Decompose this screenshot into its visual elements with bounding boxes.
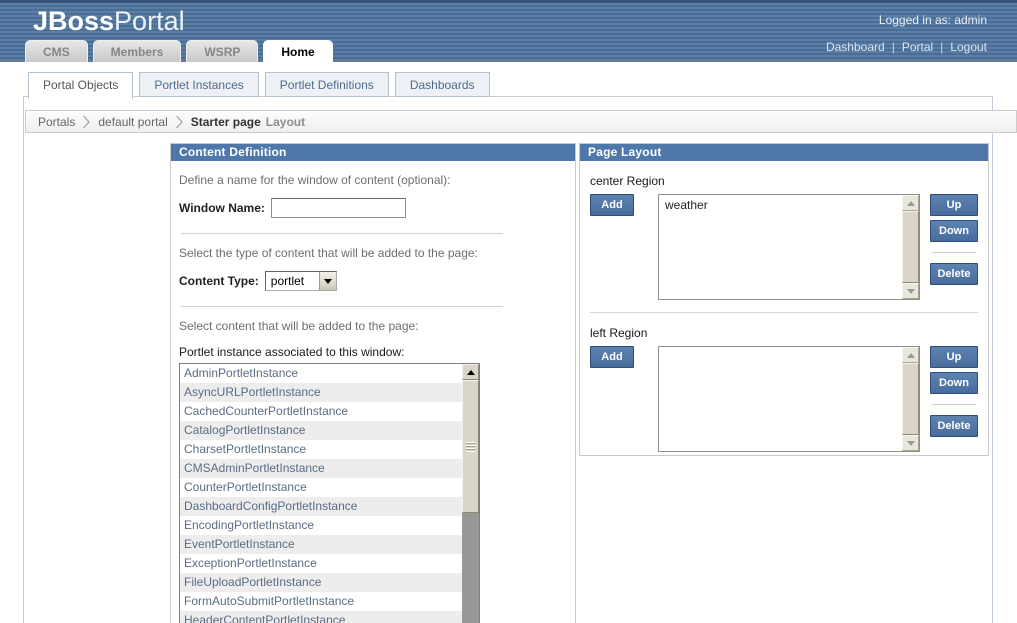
list-item[interactable]: DashboardConfigPortletInstance	[180, 497, 462, 516]
center-region-row: Add weather Up Down Delete	[580, 194, 988, 300]
content-definition-body: Define a name for the window of content …	[171, 173, 575, 623]
list-item[interactable]: EncodingPortletInstance	[180, 516, 462, 535]
scroll-up-icon[interactable]	[902, 195, 919, 211]
scrollbar-thumb[interactable]	[902, 211, 919, 283]
breadcrumb-current-view: Layout	[266, 115, 305, 129]
content-type-instruction: Select the type of content that will be …	[179, 246, 565, 260]
content-definition-title: Content Definition	[171, 144, 575, 161]
portlet-instance-listbox[interactable]: AdminPortletInstance AsyncURLPortletInst…	[179, 363, 480, 623]
portlet-instance-list-label: Portlet instance associated to this wind…	[179, 345, 565, 359]
logged-in-status: Logged in as: admin	[879, 13, 987, 27]
list-item[interactable]: HeaderContentPortletInstance	[180, 611, 462, 623]
up-button[interactable]: Up	[930, 346, 978, 368]
app-logo: JBossPortal	[33, 6, 185, 37]
down-button[interactable]: Down	[930, 220, 978, 242]
list-item[interactable]: CMSAdminPortletInstance	[180, 459, 462, 478]
logged-in-label: Logged in as:	[879, 13, 951, 27]
page-layout-panel: Page Layout center Region Add weather Up…	[579, 143, 989, 456]
content-type-label: Content Type:	[179, 274, 259, 288]
tab-portlet-instances[interactable]: Portlet Instances	[139, 72, 258, 97]
content-type-select[interactable]: portlet	[265, 271, 337, 291]
window-name-input[interactable]	[271, 198, 406, 218]
portal-link[interactable]: Portal	[902, 40, 933, 54]
list-item[interactable]: AdminPortletInstance	[180, 364, 462, 383]
list-item[interactable]: weather	[659, 195, 919, 212]
content-definition-panel: Content Definition Define a name for the…	[170, 143, 576, 623]
scroll-up-icon[interactable]	[462, 364, 479, 380]
divider	[932, 252, 976, 253]
center-region-label: center Region	[590, 174, 988, 188]
list-item[interactable]: CatalogPortletInstance	[180, 421, 462, 440]
divider	[932, 404, 976, 405]
list-item[interactable]: FileUploadPortletInstance	[180, 573, 462, 592]
list-item[interactable]: FormAutoSubmitPortletInstance	[180, 592, 462, 611]
list-item[interactable]: CharsetPortletInstance	[180, 440, 462, 459]
jboss-portal-page: JBossPortal Logged in as: admin Dashboar…	[0, 0, 1017, 623]
scrollbar-thumb[interactable]	[902, 363, 919, 435]
breadcrumb: Portals default portal Starter page Layo…	[25, 110, 1017, 133]
tab-wsrp[interactable]: WSRP	[186, 40, 258, 62]
tab-cms[interactable]: CMS	[25, 40, 88, 62]
logo-bold-part: JBoss	[33, 6, 114, 36]
divider	[181, 306, 503, 307]
center-region-scrollbar[interactable]	[902, 195, 919, 299]
center-region-listbox[interactable]: weather	[658, 194, 920, 300]
breadcrumb-separator-icon	[82, 114, 91, 130]
window-name-instruction: Define a name for the window of content …	[179, 173, 565, 187]
divider	[181, 233, 503, 234]
left-region-listbox[interactable]	[658, 346, 920, 452]
link-separator: |	[892, 40, 895, 54]
delete-button[interactable]: Delete	[930, 415, 978, 437]
scrollbar-thumb[interactable]	[462, 380, 479, 513]
portlet-list-scrollbar[interactable]	[462, 364, 479, 623]
tab-portal-objects[interactable]: Portal Objects	[28, 72, 133, 99]
breadcrumb-default-portal[interactable]: default portal	[98, 115, 167, 129]
content-type-selected-value: portlet	[266, 274, 319, 288]
list-item[interactable]: ExceptionPortletInstance	[180, 554, 462, 573]
top-links: Dashboard | Portal | Logout	[826, 40, 987, 54]
select-content-instruction: Select content that will be added to the…	[179, 319, 565, 333]
logo-light-part: Portal	[114, 6, 185, 36]
window-name-label: Window Name:	[179, 201, 265, 215]
up-button[interactable]: Up	[930, 194, 978, 216]
scroll-down-icon[interactable]	[902, 283, 919, 299]
left-region-label: left Region	[590, 326, 988, 340]
dashboard-link[interactable]: Dashboard	[826, 40, 885, 54]
scroll-up-icon[interactable]	[902, 347, 919, 363]
breadcrumb-portals[interactable]: Portals	[38, 115, 75, 129]
tab-portlet-definitions[interactable]: Portlet Definitions	[265, 72, 389, 97]
secondary-tab-bar: Portal Objects Portlet Instances Portlet…	[28, 72, 490, 99]
portlet-instance-rows: AdminPortletInstance AsyncURLPortletInst…	[180, 364, 462, 623]
add-button[interactable]: Add	[590, 194, 634, 216]
primary-tab-bar: CMS Members WSRP Home	[25, 40, 333, 62]
list-item[interactable]: CachedCounterPortletInstance	[180, 402, 462, 421]
tab-home[interactable]: Home	[263, 40, 332, 62]
list-item[interactable]: EventPortletInstance	[180, 535, 462, 554]
app-header: JBossPortal Logged in as: admin Dashboar…	[0, 0, 1017, 62]
breadcrumb-current-page: Starter page	[191, 115, 261, 129]
scroll-down-icon[interactable]	[902, 435, 919, 451]
delete-button[interactable]: Delete	[930, 263, 978, 285]
list-item[interactable]: CounterPortletInstance	[180, 478, 462, 497]
tab-dashboards[interactable]: Dashboards	[395, 72, 490, 97]
add-button[interactable]: Add	[590, 346, 634, 368]
link-separator: |	[940, 40, 943, 54]
tab-members[interactable]: Members	[93, 40, 182, 62]
divider	[590, 312, 978, 313]
list-item[interactable]: AsyncURLPortletInstance	[180, 383, 462, 402]
breadcrumb-separator-icon	[175, 114, 184, 130]
logged-in-username: admin	[954, 13, 987, 27]
logout-link[interactable]: Logout	[950, 40, 987, 54]
left-region-row: Add Up Down Delete	[580, 346, 988, 452]
page-layout-title: Page Layout	[580, 144, 988, 161]
down-button[interactable]: Down	[930, 372, 978, 394]
chevron-down-icon[interactable]	[319, 272, 336, 290]
left-region-scrollbar[interactable]	[902, 347, 919, 451]
